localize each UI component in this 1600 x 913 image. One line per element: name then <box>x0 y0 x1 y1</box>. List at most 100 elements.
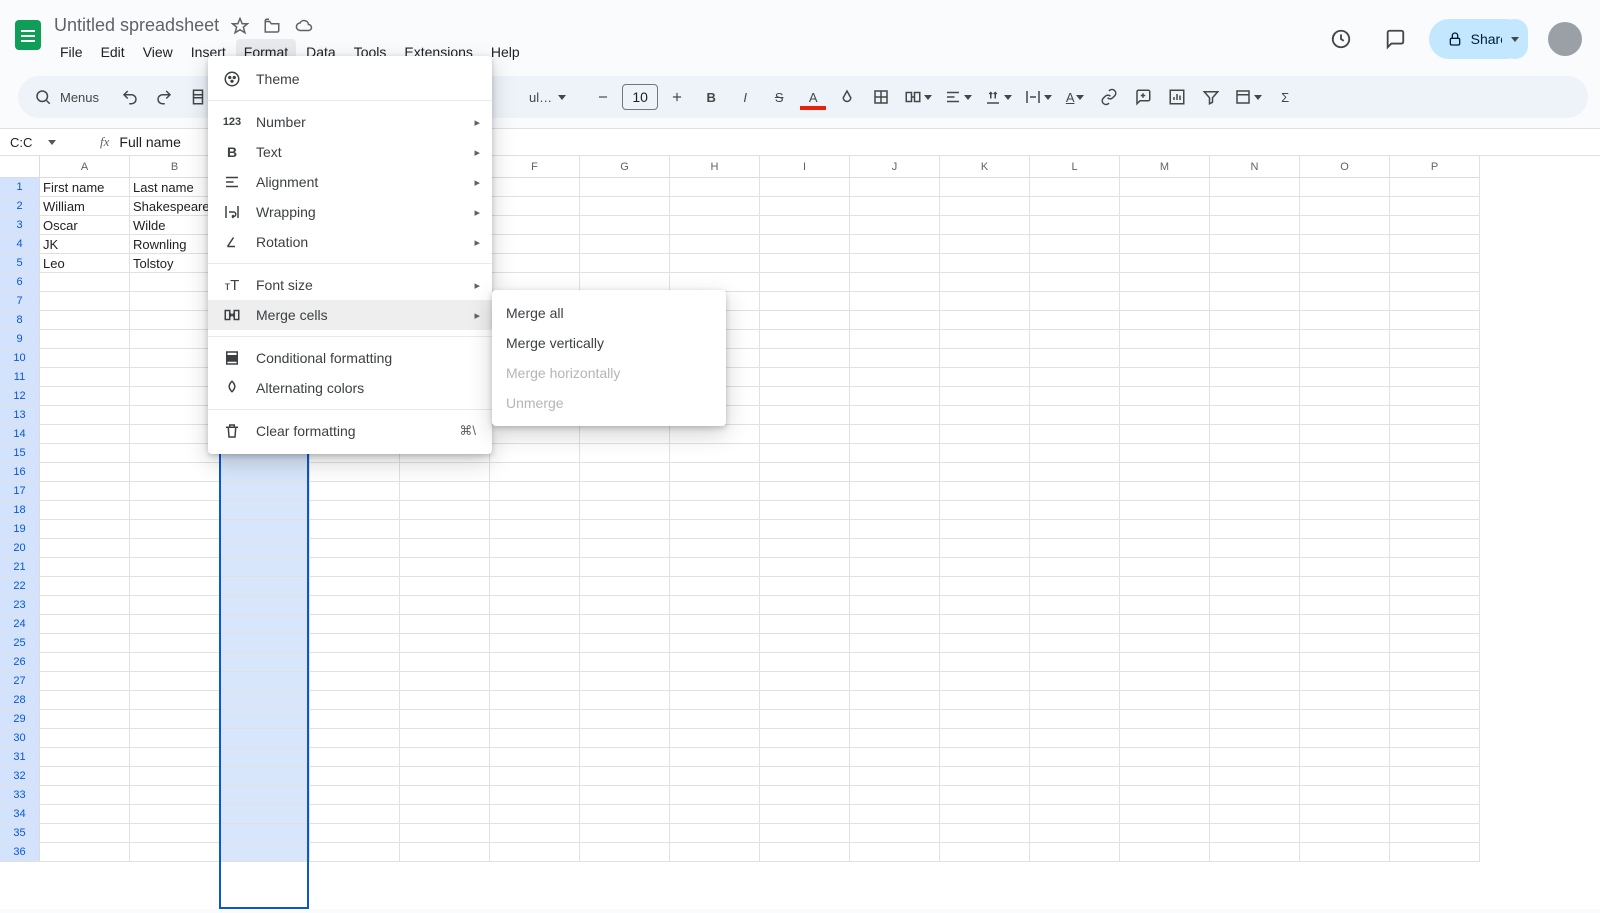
cell[interactable] <box>670 653 760 672</box>
cell[interactable] <box>940 330 1030 349</box>
column-header[interactable]: K <box>940 156 1030 178</box>
cell[interactable] <box>850 805 940 824</box>
cell[interactable] <box>1390 425 1480 444</box>
cell[interactable] <box>130 311 220 330</box>
row-header[interactable]: 29 <box>0 710 40 729</box>
cell[interactable] <box>850 387 940 406</box>
format-menu-rotation[interactable]: Rotation▸ <box>208 227 492 257</box>
cell[interactable] <box>1120 539 1210 558</box>
text-rotate-button[interactable]: A <box>1060 82 1090 112</box>
cell[interactable] <box>1300 786 1390 805</box>
cell[interactable] <box>490 767 580 786</box>
cell[interactable] <box>40 805 130 824</box>
cell[interactable] <box>400 672 490 691</box>
cell[interactable] <box>580 482 670 501</box>
cell[interactable] <box>1210 691 1300 710</box>
cell[interactable] <box>1210 501 1300 520</box>
row-header[interactable]: 4 <box>0 235 40 254</box>
redo-button[interactable] <box>149 82 179 112</box>
cell[interactable] <box>760 273 850 292</box>
cell[interactable] <box>1120 615 1210 634</box>
cell[interactable] <box>1210 197 1300 216</box>
cell[interactable] <box>760 786 850 805</box>
cell[interactable] <box>130 463 220 482</box>
row-header[interactable]: 27 <box>0 672 40 691</box>
cell[interactable] <box>1120 596 1210 615</box>
cell[interactable] <box>850 197 940 216</box>
cell[interactable] <box>40 729 130 748</box>
cell[interactable]: Wilde <box>130 216 220 235</box>
row-header[interactable]: 12 <box>0 387 40 406</box>
cell[interactable] <box>580 577 670 596</box>
cell[interactable] <box>760 178 850 197</box>
cell[interactable] <box>400 463 490 482</box>
cell[interactable] <box>1210 425 1300 444</box>
column-header[interactable]: J <box>850 156 940 178</box>
column-header[interactable]: N <box>1210 156 1300 178</box>
cell[interactable] <box>1210 615 1300 634</box>
cell[interactable] <box>1300 178 1390 197</box>
cell[interactable] <box>1030 520 1120 539</box>
cell[interactable] <box>1300 349 1390 368</box>
cell[interactable]: Rownling <box>130 235 220 254</box>
cell[interactable] <box>1030 178 1120 197</box>
cell[interactable] <box>1030 824 1120 843</box>
cell[interactable] <box>310 672 400 691</box>
cell[interactable] <box>1120 387 1210 406</box>
cell[interactable] <box>130 634 220 653</box>
cell[interactable] <box>1300 843 1390 862</box>
cell[interactable] <box>760 691 850 710</box>
cell[interactable] <box>1390 501 1480 520</box>
cell[interactable] <box>1210 463 1300 482</box>
cell[interactable] <box>310 596 400 615</box>
cell[interactable] <box>400 824 490 843</box>
cell[interactable] <box>1300 235 1390 254</box>
cell[interactable] <box>760 805 850 824</box>
comments-icon[interactable] <box>1375 19 1415 59</box>
cell[interactable] <box>760 482 850 501</box>
row-header[interactable]: 6 <box>0 273 40 292</box>
cell[interactable] <box>490 577 580 596</box>
cell[interactable] <box>850 425 940 444</box>
cell[interactable] <box>490 729 580 748</box>
cell[interactable] <box>1390 596 1480 615</box>
cell[interactable] <box>670 634 760 653</box>
cell[interactable] <box>40 463 130 482</box>
cell[interactable] <box>940 235 1030 254</box>
cell[interactable] <box>940 653 1030 672</box>
cell[interactable] <box>1300 710 1390 729</box>
cell[interactable] <box>310 520 400 539</box>
cell[interactable] <box>1300 463 1390 482</box>
cell[interactable] <box>310 805 400 824</box>
cell[interactable] <box>940 596 1030 615</box>
cell[interactable] <box>670 615 760 634</box>
cell[interactable] <box>670 501 760 520</box>
cell[interactable] <box>850 691 940 710</box>
cell[interactable] <box>490 672 580 691</box>
cell[interactable] <box>1210 235 1300 254</box>
row-header[interactable]: 17 <box>0 482 40 501</box>
cell[interactable] <box>1030 216 1120 235</box>
cell[interactable] <box>490 463 580 482</box>
cell[interactable] <box>1030 387 1120 406</box>
cell[interactable] <box>760 748 850 767</box>
cell[interactable] <box>850 539 940 558</box>
cell[interactable] <box>220 501 310 520</box>
cell[interactable] <box>1390 235 1480 254</box>
cell[interactable] <box>130 767 220 786</box>
cell[interactable] <box>1120 634 1210 653</box>
cell[interactable] <box>40 691 130 710</box>
cell[interactable] <box>220 691 310 710</box>
cell[interactable] <box>130 786 220 805</box>
format-menu-wrapping[interactable]: Wrapping▸ <box>208 197 492 227</box>
cell[interactable] <box>1120 520 1210 539</box>
cell[interactable] <box>40 672 130 691</box>
cell[interactable] <box>1390 197 1480 216</box>
cell[interactable] <box>1300 292 1390 311</box>
format-menu-alignment[interactable]: Alignment▸ <box>208 167 492 197</box>
cell[interactable] <box>1300 501 1390 520</box>
cell[interactable] <box>760 216 850 235</box>
cell[interactable] <box>490 596 580 615</box>
merge-submenu-merge-all[interactable]: Merge all <box>492 298 726 328</box>
cell[interactable] <box>1030 292 1120 311</box>
